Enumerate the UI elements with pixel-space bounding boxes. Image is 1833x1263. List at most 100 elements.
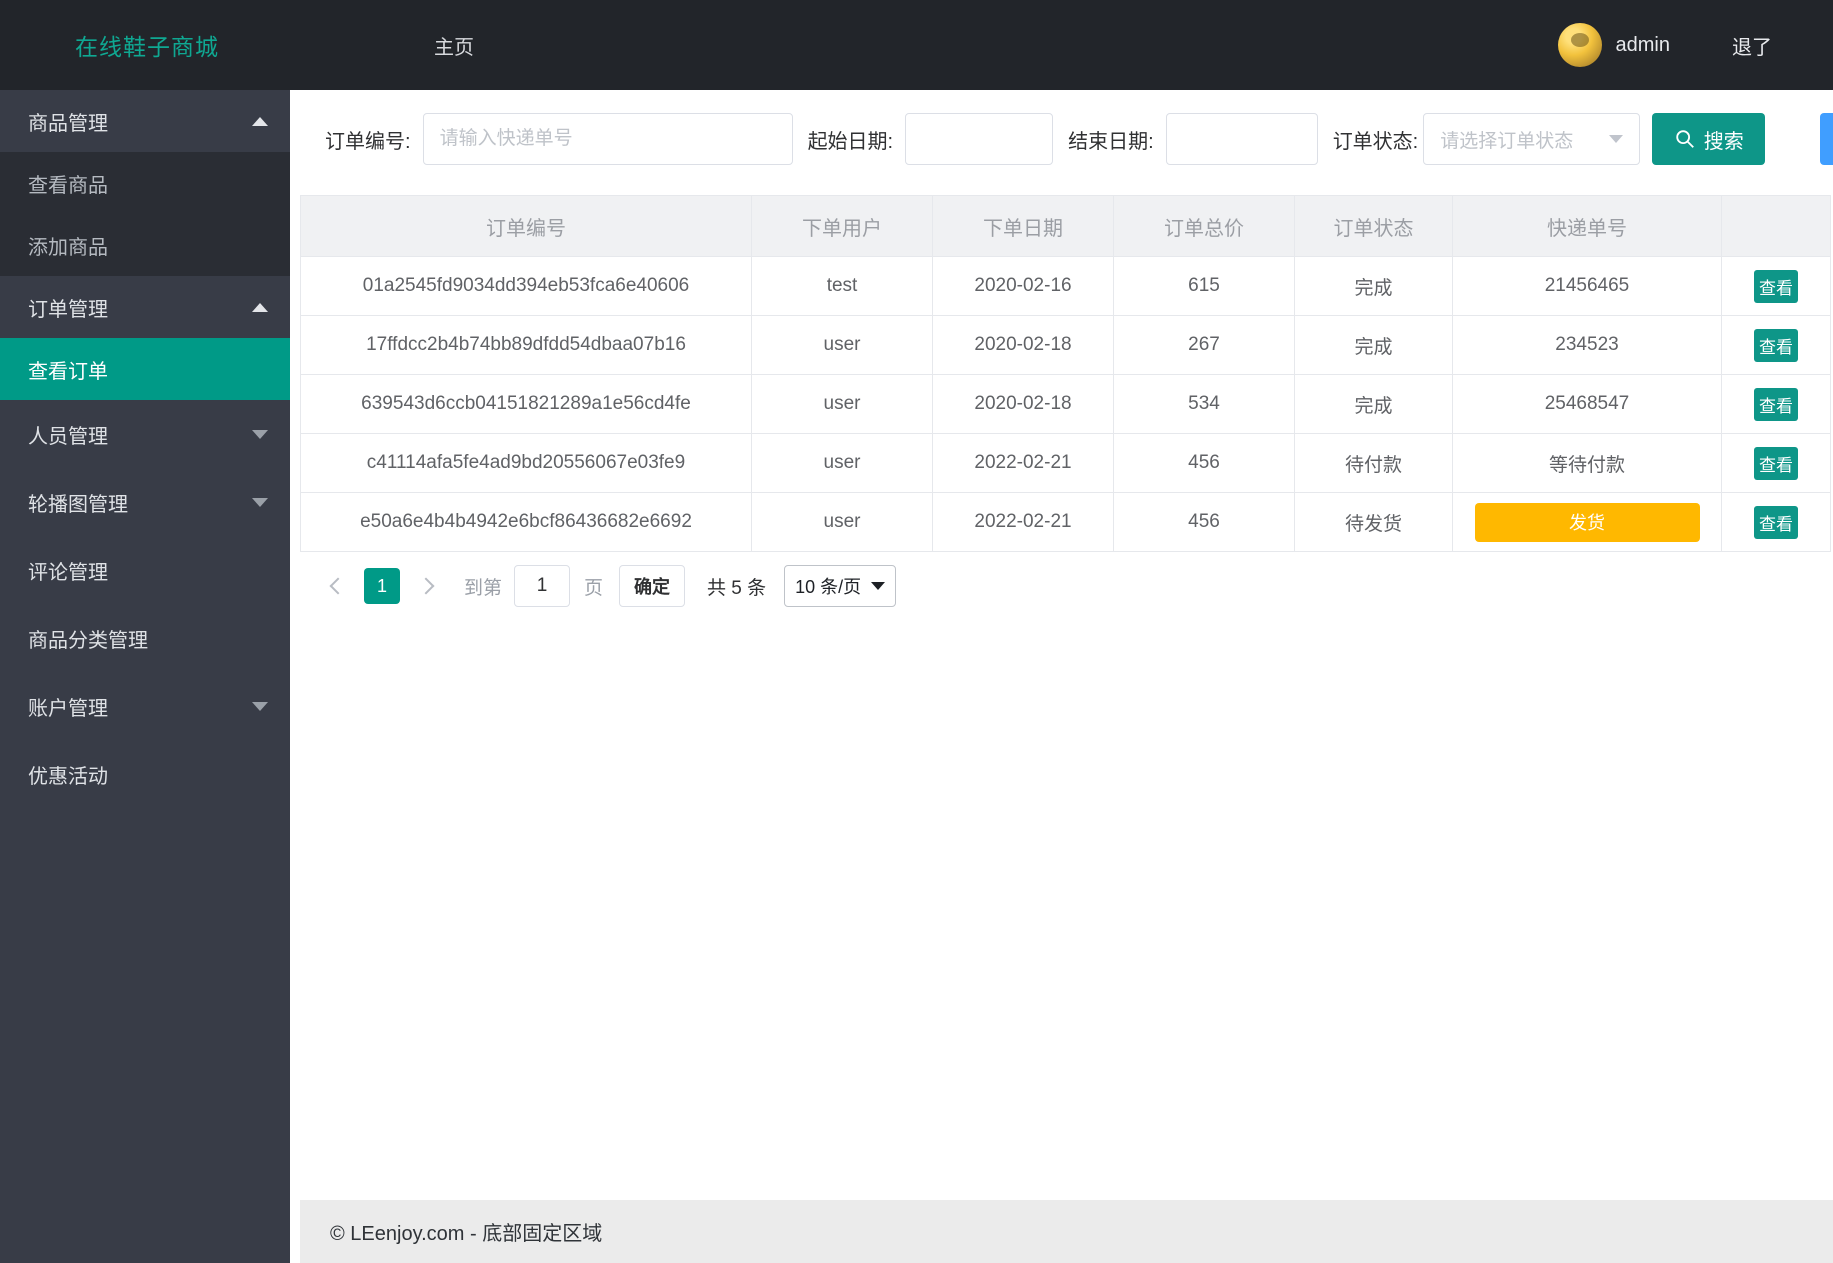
table-row: c41114afa5fe4ad9bd20556067e03fe9 user 20… [301, 434, 1830, 493]
search-icon [1676, 130, 1694, 148]
cell-status: 完成 [1295, 257, 1453, 315]
pagination: 1 到第 页 确定 共 5 条 10 条/页 [300, 565, 1833, 607]
column-header: 订单状态 [1295, 196, 1453, 256]
ship-button[interactable]: 发货 [1474, 502, 1700, 542]
cell-date: 2020-02-16 [933, 257, 1114, 315]
view-order-button[interactable]: 查看 [1754, 269, 1798, 303]
cell-date: 2022-02-21 [933, 434, 1114, 492]
end-date-label: 结束日期: [1068, 130, 1154, 153]
sidebar-item-label: 添加商品 [28, 236, 108, 259]
user-menu: admin 退了 [1557, 23, 1772, 67]
logout-link[interactable]: 退了 [1732, 31, 1772, 60]
sidebar-item-parent[interactable]: 账户管理 [0, 672, 290, 740]
cell-tracking: 234523 [1453, 316, 1722, 374]
cell-total: 615 [1114, 257, 1295, 315]
sidebar-item-label: 商品分类管理 [28, 629, 148, 652]
sidebar-item-label: 人员管理 [28, 425, 108, 448]
user-avatar[interactable] [1557, 23, 1602, 67]
goto-page-label: 到第 [464, 577, 503, 599]
table-row: 01a2545fd9034dd394eb53fca6e40606 test 20… [301, 257, 1830, 316]
order-status-placeholder: 请选择订单状态 [1440, 130, 1574, 152]
cell-date: 2020-02-18 [933, 375, 1114, 433]
table-row: e50a6e4b4b4942e6bcf86436682e6692 user 20… [301, 493, 1830, 552]
sidebar-item-parent[interactable]: 人员管理 [0, 400, 290, 468]
cell-user: user [752, 316, 933, 374]
column-header: 下单用户 [752, 196, 933, 256]
sidebar-item-sub[interactable]: 添加商品 [0, 214, 290, 276]
end-date-input[interactable] [1165, 113, 1318, 165]
chevron-down-icon [252, 701, 268, 711]
clipped-blue-button[interactable] [1820, 113, 1833, 165]
sidebar-item-label: 评论管理 [28, 561, 108, 584]
start-date-label: 起始日期: [807, 130, 894, 153]
nav-home[interactable]: 主页 [434, 31, 474, 60]
sidebar-item-label: 轮播图管理 [28, 493, 128, 516]
search-button[interactable]: 搜索 [1652, 113, 1766, 165]
sidebar-item-parent[interactable]: 轮播图管理 [0, 468, 290, 536]
cell-order-no: e50a6e4b4b4942e6bcf86436682e6692 [301, 493, 752, 551]
cell-tracking: 21456465 [1453, 257, 1722, 315]
table-row: 17ffdcc2b4b74bb89dfdd54dbaa07b16 user 20… [301, 316, 1830, 375]
admin-page: 在线鞋子商城 主页 admin 退了 商品管理 查看商品 添加商品 订单管理 查… [0, 0, 1833, 1263]
column-header: 订单总价 [1114, 196, 1295, 256]
order-no-input[interactable] [422, 113, 793, 165]
cell-user: user [752, 434, 933, 492]
next-page-icon[interactable] [417, 577, 435, 595]
sidebar-item-active[interactable]: 查看订单 [0, 338, 290, 400]
cell-order-no: 639543d6ccb04151821289a1e56cd4fe [301, 375, 752, 433]
cell-action: 查看 [1722, 375, 1830, 433]
sidebar-item-label: 查看订单 [28, 360, 108, 383]
sidebar-item-parent[interactable]: 优惠活动 [0, 740, 290, 808]
footer-copyright: © LEenjoy.com - 底部固定区域 [330, 1223, 603, 1245]
cell-tracking: 等待付款 [1453, 434, 1722, 492]
cell-status: 待付款 [1295, 434, 1453, 492]
cell-status: 完成 [1295, 375, 1453, 433]
start-date-input[interactable] [905, 113, 1054, 165]
sidebar-item-parent[interactable]: 商品管理 [0, 90, 290, 152]
cell-action: 查看 [1722, 257, 1830, 315]
filter-bar: 订单编号: 起始日期: 结束日期: 订单状态: 请选择订单状态 搜索 [300, 113, 1833, 165]
confirm-page-button[interactable]: 确定 [619, 565, 686, 607]
sidebar-item-parent[interactable]: 评论管理 [0, 536, 290, 604]
cell-tracking: 发货 [1453, 493, 1722, 551]
cell-order-no: c41114afa5fe4ad9bd20556067e03fe9 [301, 434, 752, 492]
total-count-label: 共 5 条 [707, 577, 767, 599]
prev-page-icon[interactable] [329, 577, 347, 595]
chevron-down-icon [252, 429, 268, 439]
cell-tracking: 25468547 [1453, 375, 1722, 433]
view-order-button[interactable]: 查看 [1754, 505, 1798, 539]
order-status-select[interactable]: 请选择订单状态 [1423, 113, 1641, 165]
order-no-label: 订单编号: [325, 130, 411, 153]
view-order-button[interactable]: 查看 [1754, 328, 1798, 362]
chevron-up-icon [252, 302, 268, 312]
sidebar: 商品管理 查看商品 添加商品 订单管理 查看订单 人员管理 轮播图管理 评论管理… [0, 90, 290, 1263]
sidebar-item-parent[interactable]: 商品分类管理 [0, 604, 290, 672]
orders-table: 订单编号 下单用户 下单日期 订单总价 订单状态 快递单号 01a2545fd9034dd… [300, 195, 1831, 552]
column-header: 订单编号 [301, 196, 752, 256]
cell-action: 查看 [1722, 493, 1830, 551]
cell-order-no: 01a2545fd9034dd394eb53fca6e40606 [301, 257, 752, 315]
cell-action: 查看 [1722, 316, 1830, 374]
page-size-select[interactable]: 10 条/页 [784, 565, 897, 607]
chevron-down-icon [1609, 135, 1624, 143]
page-number-button[interactable]: 1 [364, 568, 400, 604]
body-wrap: 商品管理 查看商品 添加商品 订单管理 查看订单 人员管理 轮播图管理 评论管理… [0, 90, 1833, 1263]
cell-user: user [752, 375, 933, 433]
cell-total: 456 [1114, 493, 1295, 551]
username: admin [1615, 33, 1670, 56]
sidebar-item-sub[interactable]: 查看商品 [0, 152, 290, 214]
cell-total: 267 [1114, 316, 1295, 374]
goto-page-input[interactable] [514, 565, 571, 607]
chevron-down-icon [252, 497, 268, 507]
cell-user: user [752, 493, 933, 551]
sidebar-item-parent[interactable]: 订单管理 [0, 276, 290, 338]
sidebar-item-label: 商品管理 [28, 112, 108, 135]
page-unit-label: 页 [584, 577, 604, 599]
view-order-button[interactable]: 查看 [1754, 387, 1798, 421]
order-status-label: 订单状态: [1332, 130, 1419, 153]
table-header-row: 订单编号 下单用户 下单日期 订单总价 订单状态 快递单号 [301, 196, 1830, 257]
view-order-button[interactable]: 查看 [1754, 446, 1798, 480]
top-header: 在线鞋子商城 主页 admin 退了 [0, 0, 1833, 90]
cell-user: test [752, 257, 933, 315]
